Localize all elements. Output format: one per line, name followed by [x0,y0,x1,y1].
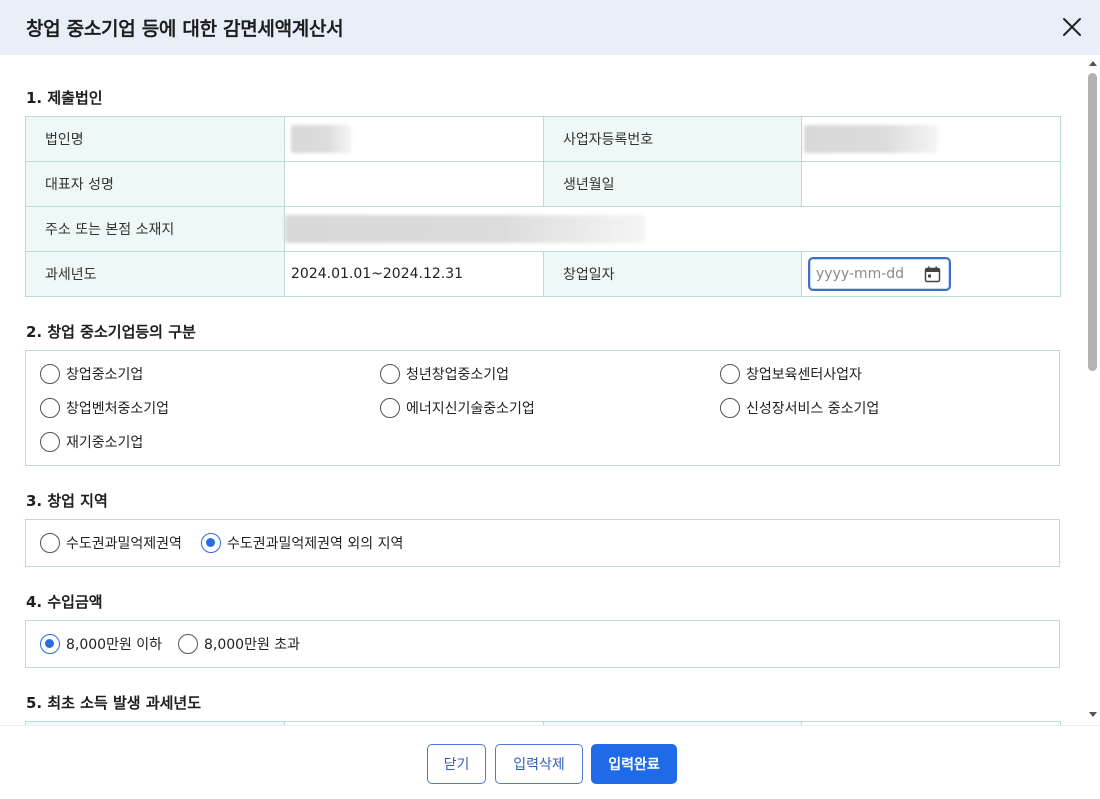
complete-input-button[interactable]: 입력완료 [591,744,677,784]
radio-incubator-business[interactable]: 창업보육센터사업자 [720,364,862,384]
radio-youth-startup-sme[interactable]: 청년창업중소기업 [380,364,509,384]
close-icon[interactable] [1058,13,1086,41]
radio-label: 수도권과밀억제권역 [66,536,182,552]
radio-label: 재기중소기업 [66,435,144,451]
startup-date-input[interactable]: yyyy-mm-dd [808,257,951,291]
radio-startup-sme[interactable]: 창업중소기업 [40,364,143,384]
rep-name-label: 대표자 성명 [25,161,285,207]
biz-reg-value [801,116,1061,162]
address-label: 주소 또는 본점 소재지 [25,206,285,252]
radio-new-growth-service-sme[interactable]: 신성장서비스 중소기업 [720,398,879,418]
calendar-icon[interactable] [924,266,941,283]
radio-circle[interactable] [380,398,400,418]
corp-name-label: 법인명 [25,116,285,162]
radio-overcrowded-region[interactable]: 수도권과밀억제권역 [40,533,182,553]
rep-name-value [284,161,544,207]
radio-energy-tech-sme[interactable]: 에너지신기술중소기업 [380,398,535,418]
company-type-group: 창업중소기업 청년창업중소기업 창업보육센터사업자 창업벤처중소기업 에너지신기… [25,350,1060,466]
radio-label: 8,000만원 이하 [66,637,163,653]
radio-circle[interactable] [720,398,740,418]
redacted-biz-reg [804,125,938,153]
birth-date-label: 생년월일 [543,161,802,207]
corp-name-value [284,116,544,162]
radio-circle[interactable] [40,533,60,553]
radio-circle-selected[interactable] [201,533,221,553]
radio-label: 창업중소기업 [66,367,144,383]
section-title-startup-region: 3. 창업 지역 [26,492,108,510]
address-value [284,206,1061,252]
biz-reg-label: 사업자등록번호 [543,116,802,162]
radio-label: 신성장서비스 중소기업 [746,401,880,417]
close-button[interactable]: 닫기 [427,744,486,784]
dialog-footer: 닫기 입력삭제 입력완료 [0,725,1100,799]
radio-label: 청년창업중소기업 [406,367,510,383]
radio-circle[interactable] [720,364,740,384]
radio-circle-selected[interactable] [40,634,60,654]
dialog-content[interactable]: 1. 제출법인 법인명 사업자등록번호 대표자 성명 생년월일 주소 또는 본점… [0,55,1086,725]
section-title-revenue: 4. 수입금액 [26,593,103,611]
radio-circle[interactable] [178,634,198,654]
radio-circle[interactable] [40,398,60,418]
radio-label: 8,000만원 초과 [204,637,301,653]
radio-label: 창업벤처중소기업 [66,401,170,417]
radio-outside-overcrowded-region[interactable]: 수도권과밀억제권역 외의 지역 [201,533,403,553]
dialog-header: 창업 중소기업 등에 대한 감면세액계산서 [0,0,1100,55]
radio-label: 에너지신기술중소기업 [406,401,535,417]
tax-year-label: 과세년도 [25,251,285,297]
radio-startup-venture-sme[interactable]: 창업벤처중소기업 [40,398,169,418]
startup-date-placeholder: yyyy-mm-dd [816,266,905,282]
startup-date-cell: yyyy-mm-dd [801,251,1061,297]
startup-region-group: 수도권과밀억제권역 수도권과밀억제권역 외의 지역 [25,519,1060,567]
radio-revenue-under-80m[interactable]: 8,000만원 이하 [40,634,162,654]
birth-date-value [801,161,1061,207]
delete-input-button[interactable]: 입력삭제 [495,744,583,784]
dialog-title: 창업 중소기업 등에 대한 감면세액계산서 [26,18,344,40]
scrollbar-thumb[interactable] [1088,73,1097,371]
scroll-down-arrow-icon[interactable] [1089,712,1097,717]
radio-circle[interactable] [40,364,60,384]
radio-revenue-over-80m[interactable]: 8,000만원 초과 [178,634,300,654]
section-title-company-type: 2. 창업 중소기업등의 구분 [26,323,196,341]
radio-circle[interactable] [380,364,400,384]
radio-circle[interactable] [40,432,60,452]
corp-info-table: 법인명 사업자등록번호 대표자 성명 생년월일 주소 또는 본점 소재지 과세년… [25,116,1061,297]
section-title-first-income-year: 5. 최초 소득 발생 과세년도 [26,694,202,712]
section-title-submitting-corp: 1. 제출법인 [26,89,103,107]
radio-label: 수도권과밀억제권역 외의 지역 [227,536,404,552]
startup-date-label: 창업일자 [543,251,802,297]
vertical-scrollbar[interactable] [1086,55,1100,725]
tax-year-value: 2024.01.01~2024.12.31 [284,251,544,297]
redacted-address [285,215,645,243]
redacted-corp-name [291,125,351,153]
revenue-group: 8,000만원 이하 8,000만원 초과 [25,620,1060,668]
radio-restart-sme[interactable]: 재기중소기업 [40,432,143,452]
scroll-up-arrow-icon[interactable] [1089,61,1097,66]
radio-label: 창업보육센터사업자 [746,367,862,383]
